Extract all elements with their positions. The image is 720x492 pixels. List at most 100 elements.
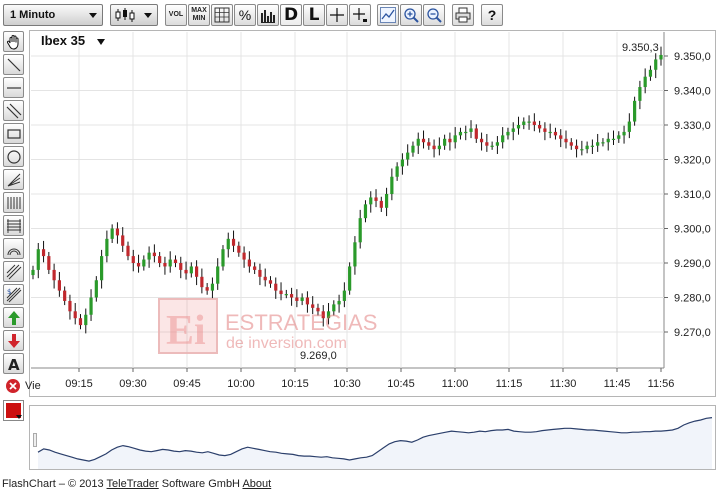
candle-down — [163, 263, 167, 267]
candle-down — [73, 311, 77, 319]
candle-up — [363, 204, 368, 219]
candle-up — [527, 121, 531, 123]
svg-text:Ei: Ei — [166, 308, 206, 352]
x-tick-label: 10:15 — [281, 378, 309, 390]
candle-up — [580, 149, 584, 151]
candlestick-chart: 9.270,0 9.280,0 9.290,0 9.300,0 9.310,0 9.320… — [31, 32, 711, 390]
about-link[interactable]: About — [242, 478, 271, 490]
candle-down — [41, 249, 46, 257]
candle-up — [142, 259, 146, 267]
candle-down — [559, 135, 563, 139]
candle-down — [78, 318, 83, 326]
candle-up — [337, 300, 341, 305]
candle-up — [516, 125, 521, 129]
y-axis: 9.270,0 9.280,0 9.290,0 9.300,0 9.310,0 9.320… — [664, 51, 711, 339]
candle-up — [622, 131, 626, 136]
candle-up — [168, 259, 172, 267]
candle-down — [279, 290, 283, 295]
candle-down — [532, 121, 536, 125]
teletrader-link[interactable]: TeleTrader — [107, 478, 159, 490]
candle-down — [543, 128, 547, 132]
candle-up — [627, 121, 631, 132]
candle-up — [638, 87, 642, 101]
candle-up — [585, 145, 589, 150]
candle-down — [295, 297, 299, 301]
candle-down — [479, 138, 484, 143]
candle-up — [110, 228, 114, 239]
candle-up — [590, 145, 594, 147]
candle-down — [268, 280, 273, 284]
candle-up — [601, 142, 605, 144]
x-tick-label: 10:00 — [227, 378, 255, 390]
candle-down — [184, 269, 188, 274]
candle-down — [179, 263, 183, 270]
candle-down — [258, 269, 262, 277]
watermark-logo: Ei — [158, 298, 218, 354]
candle-up — [416, 138, 420, 146]
candle-up — [617, 135, 621, 139]
candle-down — [274, 283, 278, 291]
candle-up — [406, 152, 410, 160]
x-tick-label: 10:45 — [387, 378, 415, 390]
candle-up — [147, 252, 151, 260]
candle-up — [84, 314, 88, 326]
candle-up — [437, 145, 441, 150]
candle-down — [427, 142, 431, 146]
navigator-right-handle[interactable] — [708, 433, 712, 447]
candle-down — [574, 145, 579, 150]
candle-up — [284, 294, 288, 296]
chevron-down-icon[interactable] — [97, 39, 105, 45]
candle-down — [194, 266, 199, 277]
candle-down — [379, 200, 383, 208]
candle-down — [57, 280, 61, 291]
y-tick-label: 9.320,0 — [674, 155, 711, 167]
last-price-label: 9.350,3 — [622, 42, 659, 54]
y-tick-label: 9.310,0 — [674, 189, 711, 201]
candle-up — [458, 131, 463, 136]
candle-down — [538, 125, 542, 129]
candle-down — [231, 238, 236, 246]
candle-down — [569, 142, 573, 146]
navigator-left-handle[interactable] — [33, 433, 37, 447]
candle-up — [89, 297, 93, 315]
candle-down — [136, 263, 141, 267]
candle-up — [395, 166, 399, 177]
y-tick-label: 9.280,0 — [674, 293, 711, 305]
candle-up — [501, 135, 505, 143]
drawing-color-picker[interactable] — [3, 400, 24, 421]
candle-down — [152, 252, 156, 257]
candle-down — [564, 138, 568, 143]
x-tick-label: 09:30 — [119, 378, 147, 390]
candle-up — [464, 131, 468, 134]
candle-up — [495, 142, 500, 146]
candle-up — [654, 59, 658, 70]
candle-up — [606, 138, 610, 143]
candle-down — [421, 138, 426, 143]
candle-up — [384, 194, 389, 208]
y-tick-label: 9.290,0 — [674, 258, 711, 270]
x-tick-label: 11:30 — [550, 378, 577, 390]
candle-down — [305, 297, 310, 305]
x-first-label: Vie — [25, 380, 41, 392]
candle-up — [648, 69, 653, 77]
candle-up — [353, 242, 357, 267]
candle-down — [68, 300, 72, 312]
candle-up — [490, 145, 494, 147]
candle-up — [342, 290, 346, 301]
candle-up — [221, 249, 225, 267]
watermark-line1: ESTRATEGIAS — [225, 310, 378, 335]
x-tick-label: 11:00 — [442, 378, 469, 390]
candle-up — [94, 280, 98, 298]
candle-up — [511, 128, 515, 132]
y-tick-label: 9.340,0 — [674, 86, 711, 98]
candle-up — [100, 256, 104, 281]
candle-up — [611, 138, 616, 140]
instrument-selector[interactable]: Ibex 35 — [41, 33, 85, 48]
y-tick-label: 9.350,0 — [674, 51, 711, 63]
candle-up — [216, 266, 220, 284]
candle-down — [115, 228, 120, 236]
candle-up — [358, 218, 362, 243]
candle-up — [105, 238, 109, 257]
navigator-panel[interactable] — [29, 405, 716, 470]
candle-down — [237, 245, 241, 253]
